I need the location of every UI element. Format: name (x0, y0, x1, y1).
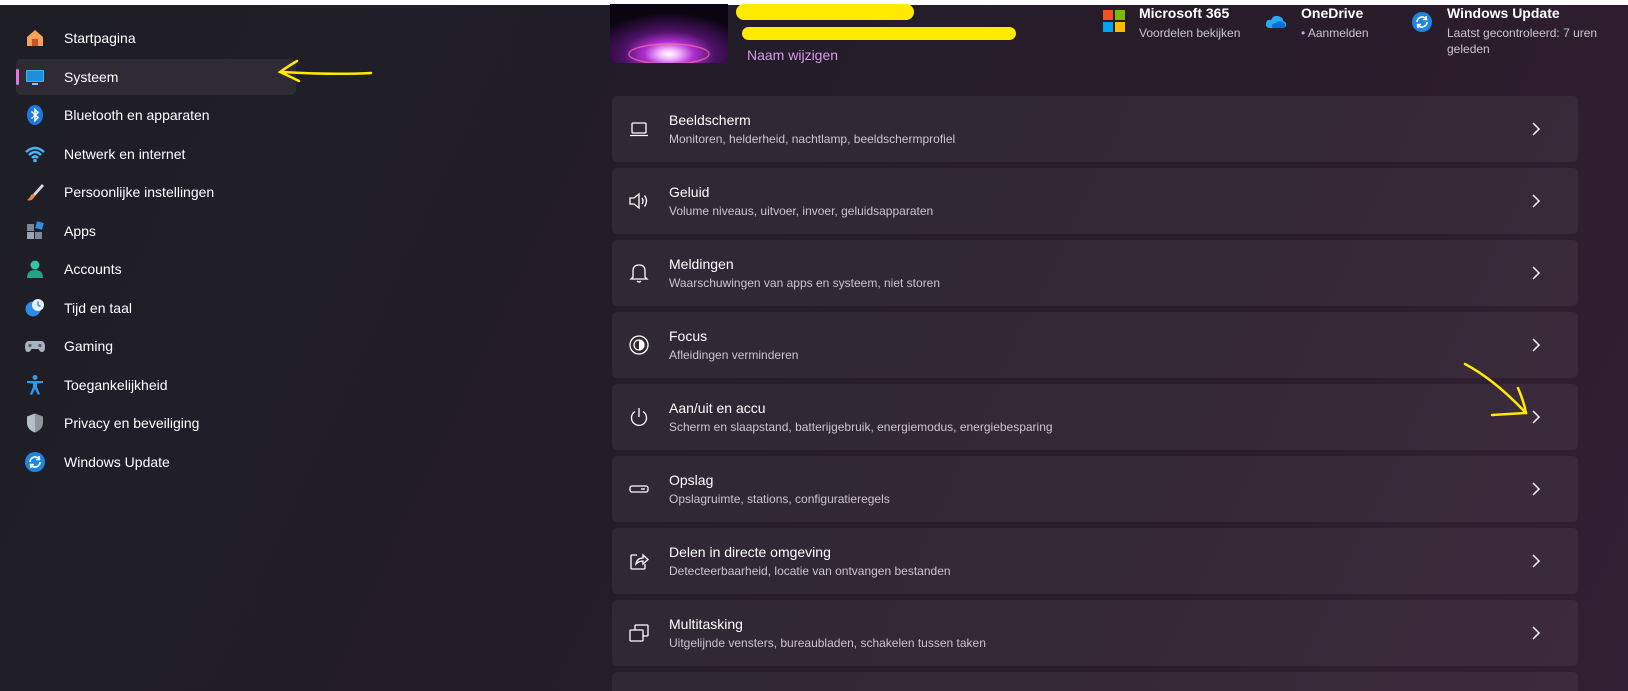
tile-microsoft-365[interactable]: Microsoft 365 Voordelen bekijken (1103, 5, 1240, 41)
monitor-icon (24, 66, 46, 88)
tile-title: OneDrive (1301, 5, 1364, 21)
chevron-right-icon (1532, 194, 1541, 208)
sidebar-item-label: Systeem (64, 69, 119, 85)
power-icon (630, 408, 648, 426)
profile-picture[interactable] (610, 4, 728, 63)
card-title: Opslag (669, 472, 714, 488)
card-multitasking[interactable]: Multitasking Uitgelijnde vensters, burea… (612, 600, 1578, 666)
sidebar-item-label: Privacy en beveiliging (64, 415, 200, 431)
card-delen-in-directe-omgeving[interactable]: Delen in directe omgeving Detecteerbaarh… (612, 528, 1578, 594)
card-subtitle: Uitgelijnde vensters, bureaubladen, scha… (669, 636, 986, 650)
chevron-right-icon (1532, 122, 1541, 136)
person-icon (24, 258, 46, 280)
microsoft-logo-icon (1103, 10, 1131, 38)
sidebar-item-windows-update[interactable]: Windows Update (16, 444, 296, 480)
chevron-right-icon (1532, 266, 1541, 280)
accessibility-icon (24, 374, 46, 396)
sidebar-item-label: Netwerk en internet (64, 146, 186, 162)
card-title: Beeldscherm (669, 112, 751, 128)
sidebar-item-tijd-en-taal[interactable]: Tijd en taal (16, 290, 296, 326)
sync-icon (24, 451, 46, 473)
bluetooth-icon (24, 104, 46, 126)
sidebar-item-label: Apps (64, 223, 96, 239)
sidebar-item-netwerk[interactable]: Netwerk en internet (16, 136, 296, 172)
focus-icon (629, 335, 649, 355)
card-title: Focus (669, 328, 708, 344)
home-icon (24, 27, 46, 49)
sync-icon (1411, 11, 1439, 39)
sidebar-item-apps[interactable]: Apps (16, 213, 296, 249)
card-title: Delen in directe omgeving (669, 544, 831, 560)
card-subtitle: Opslagruimte, stations, configuratierege… (669, 492, 890, 506)
annotation-arrow-down-right-icon (1463, 362, 1528, 417)
laptop-icon (630, 122, 648, 137)
sidebar-item-label: Persoonlijke instellingen (64, 184, 215, 200)
sidebar-item-label: Accounts (64, 261, 122, 277)
cloud-icon (1265, 11, 1293, 39)
apps-icon (24, 220, 46, 242)
storage-icon (629, 485, 649, 493)
multitask-icon (629, 624, 649, 642)
sidebar-item-label: Startpagina (64, 30, 136, 46)
rename-link[interactable]: Naam wijzigen (747, 47, 838, 63)
speaker-icon (629, 192, 648, 210)
tile-subtitle-text: Aanmelden (1307, 26, 1369, 40)
tile-title: Windows Update (1447, 5, 1560, 21)
chevron-right-icon (1532, 554, 1541, 568)
card-next-partial[interactable] (612, 672, 1578, 691)
sidebar-item-label: Gaming (64, 338, 114, 354)
sidebar-item-systeem[interactable]: Systeem (16, 59, 296, 95)
tile-windows-update[interactable]: Windows Update Laatst gecontroleerd: 7 u… (1411, 5, 1607, 57)
card-aan-uit-en-accu[interactable]: Aan/uit en accu Scherm en slaapstand, ba… (612, 384, 1578, 450)
sidebar-item-label: Tijd en taal (64, 300, 132, 316)
sidebar-item-bluetooth[interactable]: Bluetooth en apparaten (16, 97, 296, 133)
tile-subtitle: Voordelen bekijken (1139, 26, 1241, 40)
sidebar-item-startpagina[interactable]: Startpagina (16, 20, 296, 56)
sidebar-item-label: Windows Update (64, 454, 170, 470)
card-title: Aan/uit en accu (669, 400, 766, 416)
card-subtitle: Waarschuwingen van apps en systeem, niet… (669, 276, 941, 290)
sidebar-item-gaming[interactable]: Gaming (16, 328, 296, 364)
card-subtitle: Detecteerbaarheid, locatie van ontvangen… (669, 564, 951, 578)
card-subtitle: Monitoren, helderheid, nachtlamp, beelds… (669, 132, 956, 146)
card-subtitle: Afleidingen verminderen (669, 348, 799, 362)
sidebar-item-label: Bluetooth en apparaten (64, 107, 210, 123)
selection-indicator (16, 69, 19, 85)
tile-title: Microsoft 365 (1139, 5, 1230, 21)
card-title: Meldingen (669, 256, 734, 272)
share-icon (630, 553, 649, 570)
sidebar-item-toegankelijkheid[interactable]: Toegankelijkheid (16, 367, 296, 403)
clock-globe-icon (24, 297, 46, 319)
chevron-right-icon (1532, 338, 1541, 352)
tile-subtitle: Laatst gecontroleerd: 7 uren geleden (1447, 26, 1598, 56)
card-beeldscherm[interactable]: Beeldscherm Monitoren, helderheid, nacht… (612, 96, 1578, 162)
redacted-email-mark (742, 27, 1016, 40)
sidebar-item-privacy[interactable]: Privacy en beveiliging (16, 405, 296, 441)
chevron-right-icon (1532, 626, 1541, 640)
card-geluid[interactable]: Geluid Volume niveaus, uitvoer, invoer, … (612, 168, 1578, 234)
sidebar-item-label: Toegankelijkheid (64, 377, 168, 393)
brush-icon (24, 181, 46, 203)
card-title: Geluid (669, 184, 710, 200)
shield-icon (24, 412, 46, 434)
tile-subtitle: • Aanmelden (1301, 25, 1369, 41)
sidebar-item-accounts[interactable]: Accounts (16, 251, 296, 287)
redacted-username-mark (736, 4, 914, 20)
wifi-icon (24, 143, 46, 165)
gamepad-icon (24, 335, 46, 357)
card-title: Multitasking (669, 616, 743, 632)
card-opslag[interactable]: Opslag Opslagruimte, stations, configura… (612, 456, 1578, 522)
card-meldingen[interactable]: Meldingen Waarschuwingen van apps en sys… (612, 240, 1578, 306)
annotation-arrow-left-icon (277, 59, 373, 83)
card-focus[interactable]: Focus Afleidingen verminderen (612, 312, 1578, 378)
card-subtitle: Volume niveaus, uitvoer, invoer, geluids… (669, 204, 934, 218)
status-dot: • (1301, 26, 1306, 40)
sidebar-nav: Startpagina Systeem Bluetooth en apparat… (0, 5, 312, 691)
card-subtitle: Scherm en slaapstand, batterijgebruik, e… (669, 420, 1053, 434)
bell-icon (629, 264, 649, 283)
chevron-right-icon (1532, 482, 1541, 496)
sidebar-item-persoonlijke-instellingen[interactable]: Persoonlijke instellingen (16, 174, 296, 210)
tile-onedrive[interactable]: OneDrive • Aanmelden (1265, 5, 1369, 41)
